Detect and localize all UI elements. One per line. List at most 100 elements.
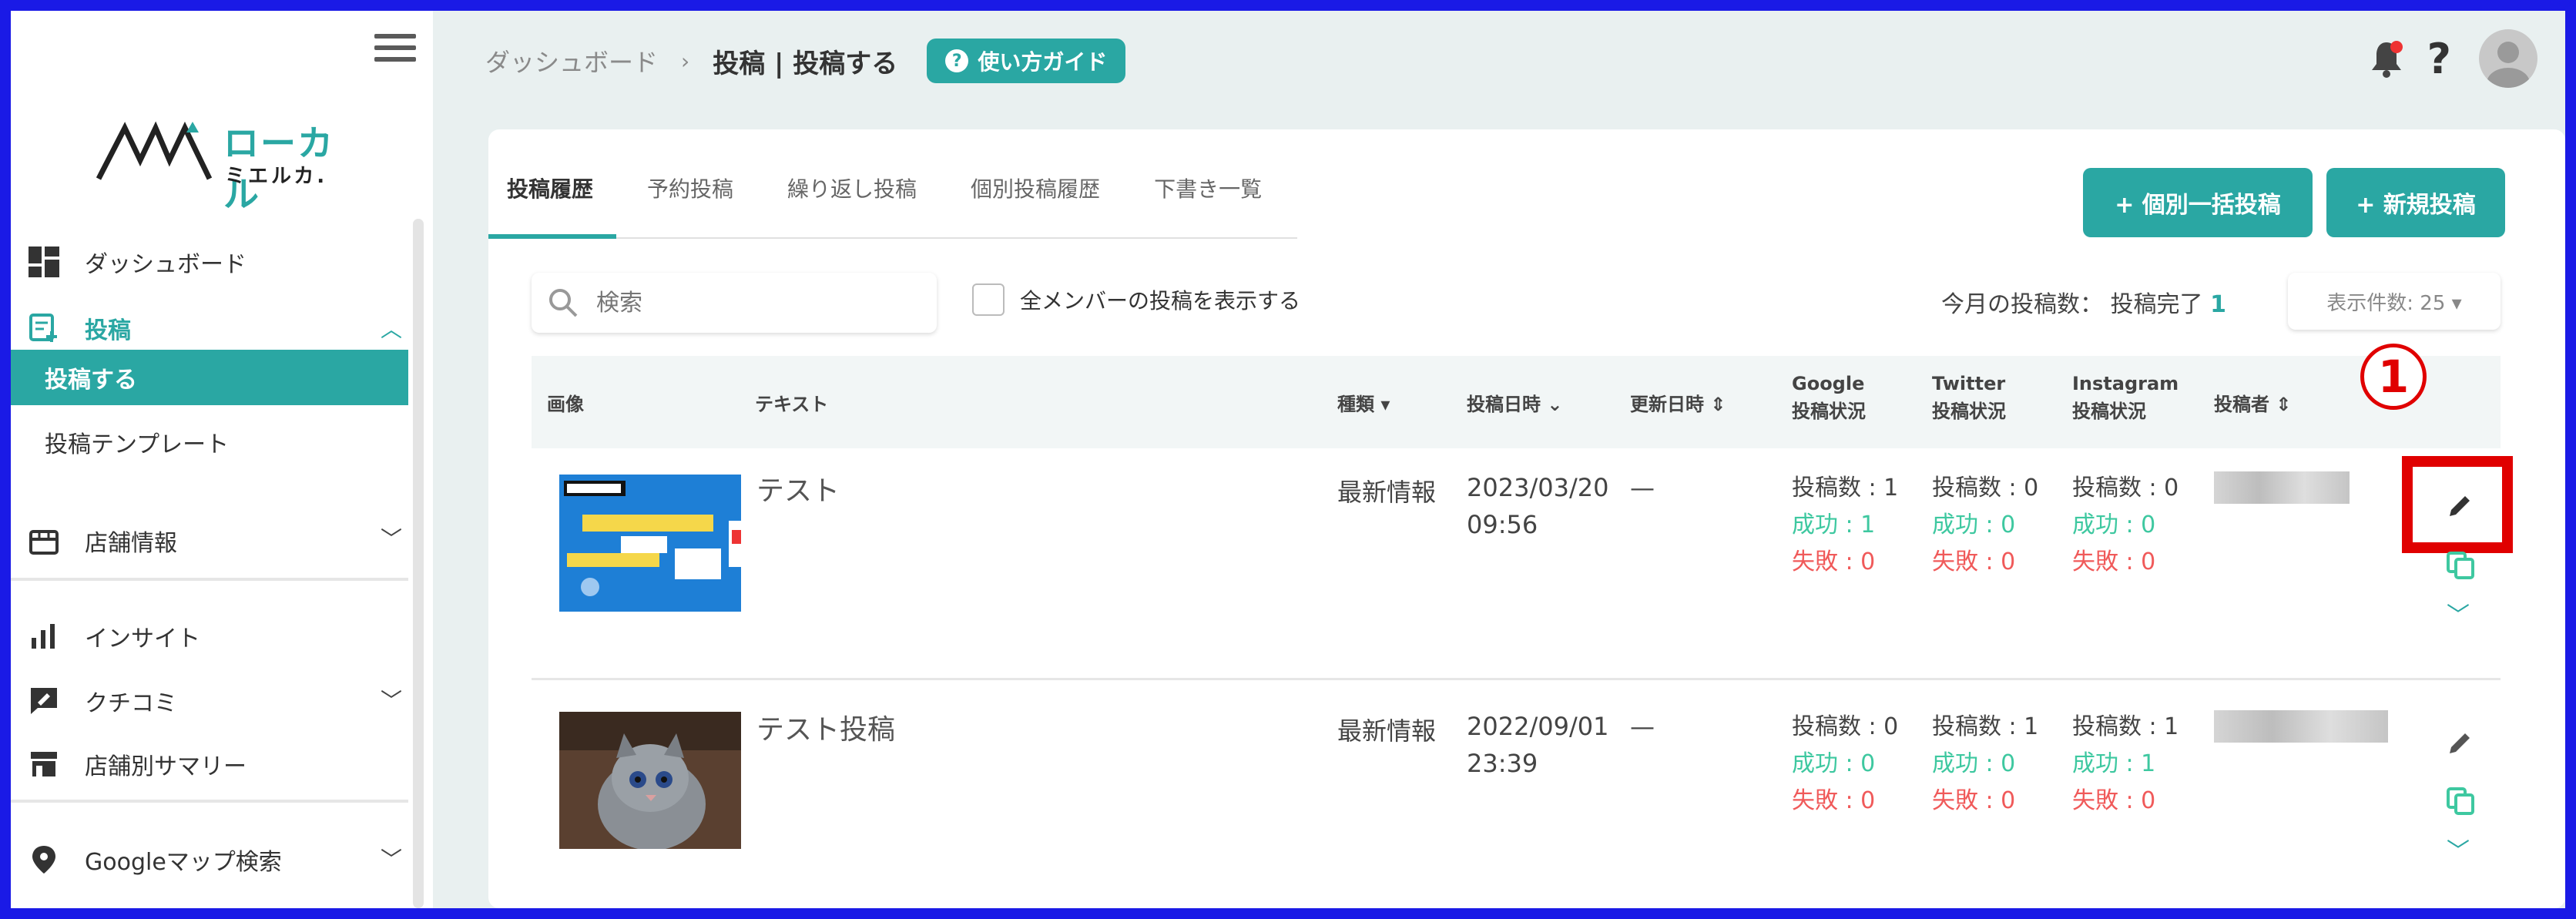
usage-guide-label: 使い方ガイド: [978, 49, 1108, 75]
post-icon: [26, 310, 62, 346]
dashboard-icon: [26, 244, 62, 280]
sidebar-item-label: 店舗情報: [85, 530, 177, 557]
column-header-post-date[interactable]: 投稿日時 ⌄: [1467, 356, 1562, 448]
map-pin-icon: [26, 842, 62, 877]
user-avatar[interactable]: [2479, 29, 2537, 88]
bulk-individual-post-button[interactable]: + 個別一括投稿: [2083, 168, 2313, 237]
chevron-up-icon[interactable]: ︿: [381, 313, 402, 344]
chevron-down-icon[interactable]: ﹀: [381, 684, 402, 715]
column-header-twitter-line1: Twitter: [1932, 373, 2006, 394]
tab-scheduled-posts[interactable]: 予約投稿: [647, 173, 733, 222]
column-header-twitter: Twitter 投稿状況: [1932, 370, 2006, 425]
post-type: 最新情報: [1337, 478, 1437, 507]
sidebar-item-store-info[interactable]: 店舗情報: [26, 518, 177, 564]
sidebar-item-google-map-search[interactable]: Googleマップ検索: [26, 837, 282, 883]
sidebar-item-dashboard[interactable]: ダッシュボード: [26, 239, 247, 285]
search-input[interactable]: [595, 288, 921, 317]
instagram-success: 成功 : 1: [2072, 750, 2156, 777]
instagram-total: 投稿数 : 1: [2072, 713, 2179, 740]
author-redacted: [2214, 710, 2388, 743]
google-total: 投稿数 : 0: [1792, 713, 1899, 740]
sidebar-item-review[interactable]: クチコミ: [26, 678, 177, 724]
usage-guide-button[interactable]: ? 使い方ガイド: [927, 39, 1126, 83]
new-post-button[interactable]: + 新規投稿: [2326, 168, 2505, 237]
monthly-post-count-value: 1: [2210, 291, 2226, 318]
instagram-status: 投稿数 : 1 成功 : 1 失敗 : 0: [2072, 709, 2179, 820]
column-header-updated[interactable]: 更新日時 ⇕: [1630, 356, 1726, 448]
google-failure: 失敗 : 0: [1792, 548, 1876, 575]
column-header-twitter-line2: 投稿状況: [1932, 401, 2006, 422]
sidebar-item-label: Googleマップ検索: [85, 849, 282, 876]
store-summary-icon: [26, 746, 62, 782]
column-header-author[interactable]: 投稿者 ⇕: [2214, 356, 2291, 448]
question-icon: ?: [945, 49, 969, 72]
instagram-success: 成功 : 0: [2072, 511, 2156, 538]
google-success: 成功 : 1: [1792, 511, 1876, 538]
instagram-status: 投稿数 : 0 成功 : 0 失敗 : 0: [2072, 470, 2179, 581]
search-box: [532, 273, 937, 333]
edit-pencil-icon[interactable]: [2445, 490, 2476, 521]
column-header-google-line2: 投稿状況: [1792, 401, 1866, 422]
tab-post-history[interactable]: 投稿履歴: [507, 173, 593, 222]
breadcrumb-dashboard-link[interactable]: ダッシュボード: [485, 43, 658, 79]
google-success: 成功 : 0: [1792, 750, 1876, 777]
column-header-image: 画像: [547, 393, 584, 415]
breadcrumb-separator: ›: [681, 48, 690, 74]
expand-chevron-icon[interactable]: ﹀: [2447, 832, 2470, 866]
review-icon: [26, 683, 62, 719]
post-date: 2023/03/20: [1467, 473, 1609, 502]
column-header-type[interactable]: 種類 ▾: [1337, 356, 1390, 448]
updated-date: —: [1630, 473, 1655, 502]
sidebar-subitem-post-template[interactable]: 投稿テンプレート: [45, 425, 229, 459]
top-header: ダッシュボード › 投稿 | 投稿する ? 使い方ガイド ?: [433, 11, 2565, 111]
column-header-instagram-line2: 投稿状況: [2072, 401, 2146, 422]
post-time: 23:39: [1467, 749, 1538, 778]
page-title: 投稿 | 投稿する: [713, 48, 898, 79]
show-all-members-checkbox[interactable]: [972, 283, 1005, 316]
google-status: 投稿数 : 0 成功 : 0 失敗 : 0: [1792, 709, 1898, 820]
twitter-total: 投稿数 : 1: [1932, 713, 2039, 740]
monthly-post-count: 今月の投稿数： 投稿完了 1: [1941, 285, 2226, 319]
copy-icon[interactable]: [2445, 786, 2476, 817]
column-header-google: Google 投稿状況: [1792, 370, 1866, 425]
show-all-members-filter[interactable]: 全メンバーの投稿を表示する: [972, 283, 1300, 316]
post-thumbnail: [559, 475, 741, 612]
author-redacted: [2214, 471, 2350, 504]
post-time: 09:56: [1467, 510, 1538, 539]
copy-icon[interactable]: [2445, 550, 2476, 581]
sidebar-item-insight[interactable]: インサイト: [26, 613, 200, 659]
post-thumbnail: [559, 712, 741, 850]
tab-recurring-posts[interactable]: 繰り返し投稿: [787, 173, 917, 222]
chevron-down-icon[interactable]: ﹀: [381, 843, 402, 874]
tab-drafts[interactable]: 下書き一覧: [1154, 173, 1262, 222]
edit-pencil-icon[interactable]: [2445, 727, 2476, 758]
logo-sub-text: ミエルカ.: [225, 165, 328, 188]
expand-chevron-icon[interactable]: ﹀: [2447, 596, 2470, 630]
store-icon: [26, 523, 62, 558]
sidebar-subitem-post-create[interactable]: 投稿する: [11, 350, 408, 405]
google-status: 投稿数 : 1 成功 : 1 失敗 : 0: [1792, 470, 1898, 581]
post-text[interactable]: テスト投稿: [756, 707, 895, 747]
sidebar-item-label: 投稿: [85, 317, 131, 344]
post-text[interactable]: テスト: [756, 468, 840, 508]
post-date: 2022/09/01: [1467, 712, 1609, 741]
notification-bell-icon[interactable]: [2369, 39, 2404, 78]
main-card: 投稿履歴 予約投稿 繰り返し投稿 個別投稿履歴 下書き一覧 + 個別一括投稿 +…: [488, 129, 2565, 908]
sidebar-item-label: クチコミ: [85, 690, 177, 717]
header-actions: ?: [2369, 29, 2537, 88]
twitter-success: 成功 : 0: [1932, 750, 2016, 777]
step-number-badge: 1: [2360, 344, 2427, 410]
help-icon[interactable]: ?: [2427, 35, 2451, 83]
tab-individual-post-history[interactable]: 個別投稿履歴: [971, 173, 1100, 222]
instagram-failure: 失敗 : 0: [2072, 548, 2156, 575]
hamburger-menu-icon[interactable]: [374, 34, 416, 65]
per-page-select[interactable]: 表示件数: 25 ▾: [2288, 273, 2501, 330]
instagram-total: 投稿数 : 0: [2072, 475, 2179, 501]
sidebar-item-post[interactable]: 投稿: [26, 305, 131, 351]
chevron-down-icon[interactable]: ﹀: [381, 522, 402, 553]
divider: [11, 578, 408, 581]
sidebar-scrollbar[interactable]: [413, 219, 424, 908]
post-tabs: 投稿履歴 予約投稿 繰り返し投稿 個別投稿履歴 下書き一覧: [507, 173, 1316, 222]
sidebar-item-store-summary[interactable]: 店舗別サマリー: [26, 741, 247, 787]
insight-icon: [26, 619, 62, 654]
